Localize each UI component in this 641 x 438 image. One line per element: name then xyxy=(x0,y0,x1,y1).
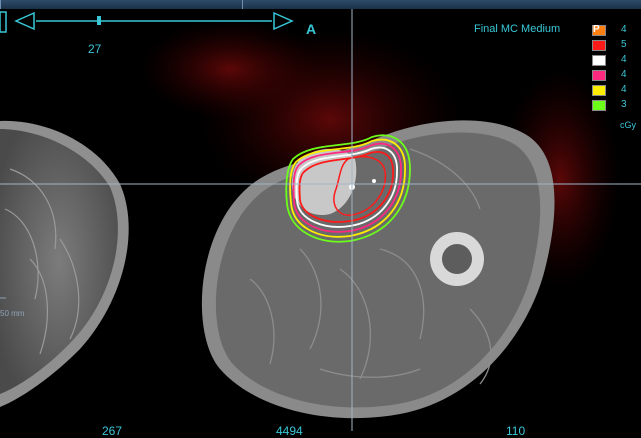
toolbar-segment[interactable] xyxy=(0,0,41,9)
marker-dot xyxy=(372,179,376,183)
dose-unit: cGy xyxy=(620,120,637,130)
dose-set-title[interactable]: Final MC Medium xyxy=(474,23,560,35)
legend-swatch xyxy=(592,70,606,81)
viewer-top-toolbar xyxy=(0,0,641,9)
readout-right: 110 xyxy=(506,424,526,438)
legend-value: 5 xyxy=(621,39,627,50)
toolbar-divider xyxy=(242,0,244,9)
scale-bar-label: 50 mm xyxy=(0,309,25,318)
orientation-label: A xyxy=(306,21,317,37)
legend-row[interactable]: P 4 xyxy=(590,23,641,38)
legend-row[interactable]: 4 xyxy=(590,53,641,68)
legend-row[interactable]: 5 xyxy=(590,38,641,53)
legend-swatch xyxy=(592,55,606,66)
isodose-legend: P 4 5 4 4 4 3 cGy xyxy=(590,23,641,130)
legend-value: 4 xyxy=(621,69,627,80)
slice-number: 27 xyxy=(88,42,102,56)
legend-value: 4 xyxy=(621,54,627,65)
legend-row[interactable]: 4 xyxy=(590,68,641,83)
legend-badge: P xyxy=(593,24,600,35)
dose-wash xyxy=(140,19,320,119)
legend-row[interactable]: 4 xyxy=(590,83,641,98)
readout-left: 267 xyxy=(102,424,123,438)
legend-value: 3 xyxy=(621,99,627,110)
legend-swatch xyxy=(592,100,606,111)
ct-slice-image xyxy=(0,9,641,431)
femur-marrow xyxy=(442,244,472,274)
legend-swatch xyxy=(592,40,606,51)
slider-thumb[interactable] xyxy=(97,16,101,25)
slider-prev-arrow[interactable] xyxy=(14,11,35,31)
legend-value: 4 xyxy=(621,84,627,95)
slider-left-box[interactable] xyxy=(0,11,7,33)
legend-swatch xyxy=(592,85,606,96)
ct-axial-viewport[interactable]: 27 A Final MC Medium P 4 5 4 4 4 3 cGy 5… xyxy=(0,9,641,438)
legend-value: 4 xyxy=(621,24,627,35)
legend-row[interactable]: 3 xyxy=(590,98,641,113)
readout-center: 4494 xyxy=(276,424,303,438)
